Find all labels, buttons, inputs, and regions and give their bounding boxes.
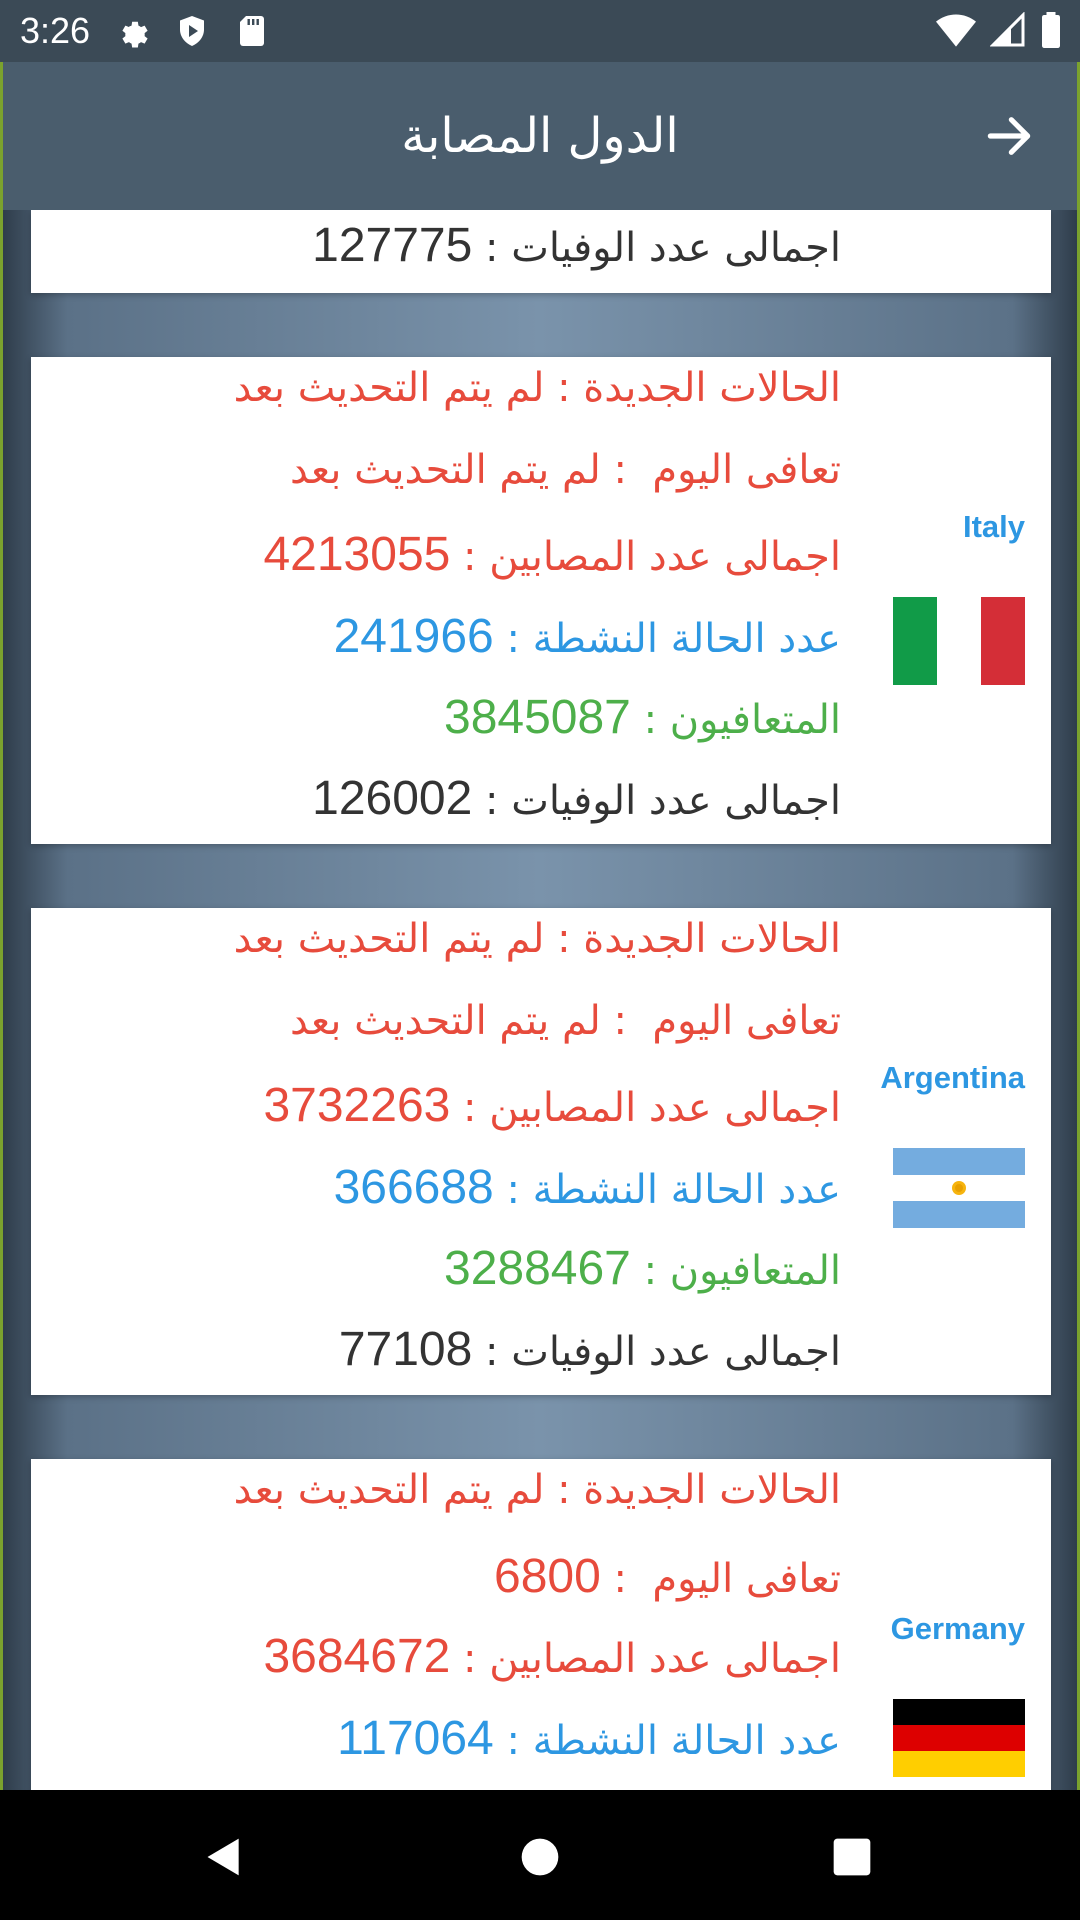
new-cases-stat: الحالات الجديدة : لم يتم التحديث بعد — [233, 1467, 841, 1513]
country-card[interactable]: اجمالى عدد الوفيات : 127775 — [31, 210, 1051, 293]
deaths-stat: اجمالى عدد الوفيات : 127775 — [312, 219, 841, 272]
country-card[interactable]: الحالات الجديدة : لم يتم التحديث بعد تعا… — [31, 908, 1051, 1395]
new-cases-label: الحالات الجديدة — [583, 1467, 841, 1513]
italy-flag — [893, 597, 1025, 685]
total-cases-label: اجمالى عدد المصابين — [489, 534, 841, 580]
home-circle-icon[interactable] — [518, 1835, 562, 1879]
recovered-today-value: لم يتم التحديث بعد — [289, 998, 601, 1044]
deaths-stat: اجمالى عدد الوفيات : 77108 — [338, 1323, 841, 1376]
recovered-today-stat: تعافى اليوم : لم يتم التحديث بعد — [289, 447, 841, 493]
total-cases-value: 3684672 — [263, 1630, 451, 1683]
deaths-value: 127775 — [312, 219, 473, 272]
total-cases-value: 3732263 — [263, 1079, 451, 1132]
active-stat: عدد الحالة النشطة : 117064 — [337, 1712, 841, 1765]
total-cases-label: اجمالى عدد المصابين — [489, 1636, 841, 1682]
germany-flag — [893, 1699, 1025, 1777]
app-bar: الدول المصابة — [0, 62, 1080, 210]
recovered-value: 3288467 — [444, 1242, 631, 1295]
recovered-label: المتعافيون — [669, 697, 841, 743]
deaths-label: اجمالى عدد الوفيات — [511, 1329, 841, 1375]
recovered-today-label: تعافى اليوم — [652, 447, 841, 493]
countries-list[interactable]: اجمالى عدد الوفيات : 127775 الحالات الجد… — [0, 210, 1080, 1790]
new-cases-label: الحالات الجديدة — [583, 365, 841, 411]
recovered-today-label: تعافى اليوم — [652, 998, 841, 1044]
active-label: عدد الحالة النشطة — [532, 616, 841, 662]
new-cases-stat: الحالات الجديدة : لم يتم التحديث بعد — [233, 365, 841, 411]
active-label: عدد الحالة النشطة — [532, 1167, 841, 1213]
country-name: Italy — [962, 509, 1025, 544]
recovered-stat: المتعافيون : 3288467 — [444, 1242, 841, 1295]
deaths-value: 126002 — [312, 772, 473, 825]
country-card[interactable]: الحالات الجديدة : لم يتم التحديث بعد تعا… — [31, 1459, 1051, 1790]
sd-card-icon — [234, 13, 270, 49]
recovered-today-value: 6800 — [494, 1550, 601, 1603]
active-value: 241966 — [333, 610, 494, 663]
signal-icon — [989, 11, 1026, 52]
new-cases-value: لم يتم التحديث بعد — [233, 1467, 545, 1513]
recovered-value: 3845087 — [444, 691, 631, 744]
deaths-label: اجمالى عدد الوفيات — [511, 778, 841, 824]
active-stat: عدد الحالة النشطة : 241966 — [333, 610, 841, 663]
new-cases-value: لم يتم التحديث بعد — [233, 916, 545, 962]
country-name: Argentina — [880, 1060, 1025, 1095]
active-value: 366688 — [333, 1161, 494, 1214]
recovered-today-label: تعافى اليوم — [652, 1556, 841, 1602]
recovered-label: المتعافيون — [669, 1248, 841, 1294]
status-bar: 3:26 — [0, 0, 1080, 62]
battery-icon — [1040, 12, 1062, 52]
active-stat: عدد الحالة النشطة : 366688 — [333, 1161, 841, 1214]
new-cases-label: الحالات الجديدة — [583, 916, 841, 962]
recovered-stat: المتعافيون : 3845087 — [444, 691, 841, 744]
active-value: 117064 — [337, 1712, 494, 1765]
deaths-stat: اجمالى عدد الوفيات : 126002 — [312, 772, 841, 825]
active-label: عدد الحالة النشطة — [532, 1718, 841, 1764]
new-cases-value: لم يتم التحديث بعد — [233, 365, 545, 411]
shield-play-icon — [174, 13, 210, 49]
total-cases-label: اجمالى عدد المصابين — [489, 1085, 841, 1131]
recovered-today-value: لم يتم التحديث بعد — [289, 447, 601, 493]
new-cases-stat: الحالات الجديدة : لم يتم التحديث بعد — [233, 916, 841, 962]
deaths-value: 77108 — [338, 1323, 473, 1376]
argentina-flag — [893, 1148, 1025, 1228]
gear-icon — [114, 13, 150, 49]
page-title: الدول المصابة — [401, 108, 679, 164]
status-time: 3:26 — [20, 10, 91, 51]
total-cases-stat: اجمالى عدد المصابين : 3684672 — [263, 1630, 841, 1683]
country-name: Germany — [890, 1611, 1025, 1646]
arrow-right-icon[interactable] — [981, 108, 1037, 164]
navigation-bar — [0, 1790, 1080, 1920]
total-cases-value: 4213055 — [263, 528, 451, 581]
deaths-label: اجمالى عدد الوفيات — [511, 225, 841, 271]
back-triangle-icon[interactable] — [202, 1835, 246, 1879]
country-card[interactable]: الحالات الجديدة : لم يتم التحديث بعد تعا… — [31, 357, 1051, 844]
total-cases-stat: اجمالى عدد المصابين : 4213055 — [263, 528, 841, 581]
wifi-icon — [936, 12, 976, 52]
total-cases-stat: اجمالى عدد المصابين : 3732263 — [263, 1079, 841, 1132]
recovered-today-stat: تعافى اليوم : لم يتم التحديث بعد — [289, 998, 841, 1044]
recovered-today-stat: تعافى اليوم : 6800 — [494, 1550, 841, 1603]
recents-square-icon[interactable] — [830, 1835, 874, 1879]
